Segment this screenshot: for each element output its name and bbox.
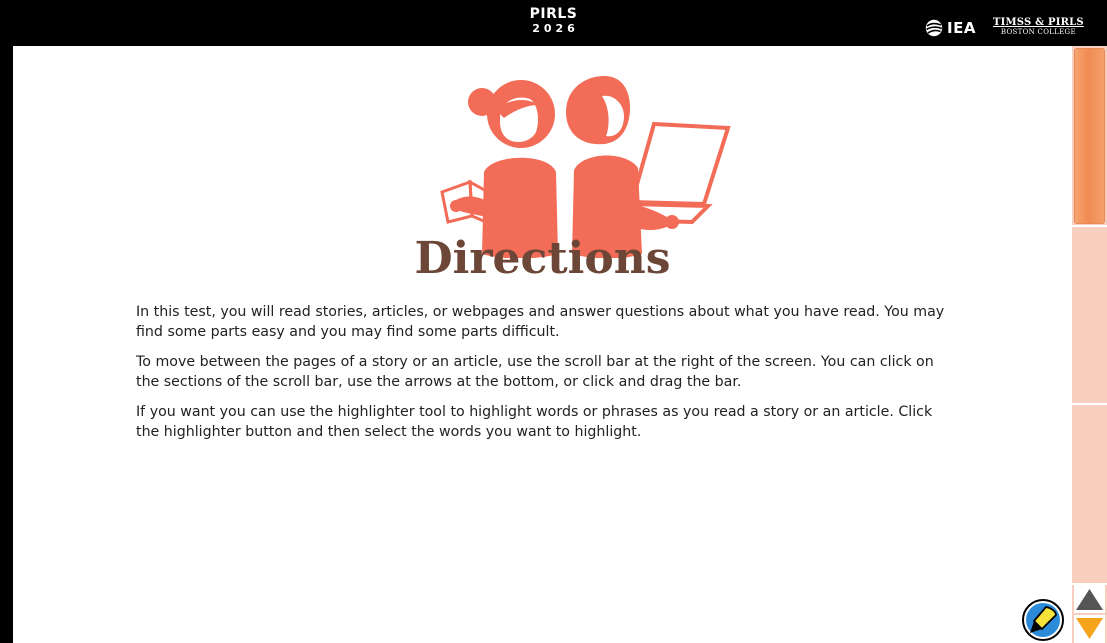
arrow-up-icon bbox=[1076, 589, 1103, 610]
timss-pirls-logo: TIMSS & PIRLS BOSTON COLLEGE bbox=[993, 17, 1084, 37]
boston-college-label: BOSTON COLLEGE bbox=[1000, 28, 1076, 36]
iea-logo: IEA bbox=[925, 19, 976, 37]
timss-pirls-label: TIMSS & PIRLS bbox=[993, 17, 1084, 28]
content-area: Directions In this test, you will read s… bbox=[13, 46, 1072, 643]
paragraph-highlighter: If you want you can use the highlighter … bbox=[136, 404, 933, 440]
scroll-section-divider bbox=[1072, 403, 1107, 405]
scroll-up-button[interactable] bbox=[1074, 585, 1105, 613]
directions-text: In this test, you will read stories, art… bbox=[136, 302, 946, 452]
page-title: Directions bbox=[414, 233, 671, 284]
paragraph-scrolling: To move between the pages of a story or … bbox=[136, 354, 934, 390]
globe-icon bbox=[925, 19, 943, 37]
scroll-down-button[interactable] bbox=[1074, 615, 1105, 643]
arrow-down-icon bbox=[1076, 618, 1103, 639]
header-bar: PIRLS 2026 IEA TIMSS & PIRLS BOSTON COLL… bbox=[0, 0, 1107, 46]
paragraph-reading: In this test, you will read stories, art… bbox=[136, 304, 945, 340]
highlighter-button[interactable] bbox=[1022, 599, 1064, 641]
iea-label: IEA bbox=[947, 19, 976, 37]
highlighter-icon bbox=[1022, 599, 1064, 641]
scroll-thumb[interactable] bbox=[1074, 48, 1105, 224]
scrollbar[interactable] bbox=[1072, 46, 1107, 643]
scroll-section-divider bbox=[1072, 225, 1107, 227]
